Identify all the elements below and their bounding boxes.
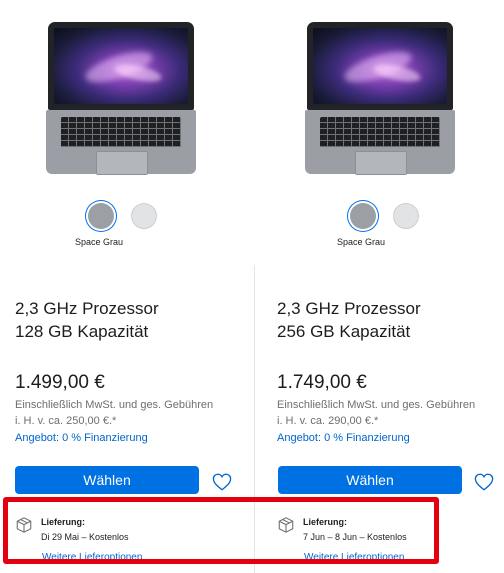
- laptop-keyboard-deck: [46, 110, 196, 175]
- storage-spec: 128 GB Kapazität: [15, 322, 149, 341]
- storage-spec: 256 GB Kapazität: [277, 322, 411, 341]
- financing-link[interactable]: Angebot: 0 % Finanzierung: [15, 432, 148, 444]
- delivery-title: Lieferung:: [303, 517, 347, 527]
- laptop-trackpad: [96, 151, 148, 175]
- laptop-keyboard-deck: [305, 110, 455, 175]
- macbook-pro-image: [46, 22, 196, 175]
- laptop-screen: [313, 28, 447, 104]
- laptop-lid: [48, 22, 194, 110]
- swatch-space-gray[interactable]: [350, 203, 376, 229]
- more-delivery-options-link[interactable]: Weitere Lieferoptionen: [42, 552, 142, 563]
- package-box-icon: [278, 517, 294, 533]
- laptop-screen: [54, 28, 188, 104]
- product-card-128gb: Space Grau 2,3 GHz Prozessor 128 GB Kapa…: [0, 0, 254, 573]
- processor-spec: 2,3 GHz Prozessor: [277, 299, 421, 318]
- laptop-keyboard: [320, 117, 440, 147]
- product-card-256gb: Space Grau 2,3 GHz Prozessor 256 GB Kapa…: [255, 0, 504, 573]
- financing-link[interactable]: Angebot: 0 % Finanzierung: [277, 432, 410, 444]
- macbook-pro-image: [305, 22, 455, 175]
- heart-icon[interactable]: [212, 473, 232, 491]
- selected-color-label: Space Grau: [75, 237, 124, 247]
- delivery-title: Lieferung:: [41, 517, 85, 527]
- swatch-silver[interactable]: [131, 203, 157, 229]
- select-button[interactable]: Wählen: [15, 466, 199, 494]
- price: 1.749,00 €: [277, 372, 367, 393]
- selected-color-label: Space Grau: [337, 237, 386, 247]
- rebate-note: i. H. v. ca. 290,00 €.*: [277, 415, 379, 427]
- tax-note: Einschließlich MwSt. und ges. Gebühren: [277, 399, 476, 411]
- price: 1.499,00 €: [15, 372, 105, 393]
- heart-icon[interactable]: [474, 473, 494, 491]
- rebate-note: i. H. v. ca. 250,00 €.*: [15, 415, 117, 427]
- tax-note: Einschließlich MwSt. und ges. Gebühren: [15, 399, 214, 411]
- swatch-space-gray[interactable]: [88, 203, 114, 229]
- select-button[interactable]: Wählen: [278, 466, 462, 494]
- more-delivery-options-link[interactable]: Weitere Lieferoptionen: [304, 552, 404, 563]
- processor-spec: 2,3 GHz Prozessor: [15, 299, 159, 318]
- package-box-icon: [16, 517, 32, 533]
- delivery-date: Di 29 Mai – Kostenlos: [41, 532, 129, 542]
- laptop-trackpad: [355, 151, 407, 175]
- delivery-date: 7 Jun – 8 Jun – Kostenlos: [303, 532, 407, 542]
- swatch-silver[interactable]: [393, 203, 419, 229]
- laptop-lid: [307, 22, 453, 110]
- laptop-keyboard: [61, 117, 181, 147]
